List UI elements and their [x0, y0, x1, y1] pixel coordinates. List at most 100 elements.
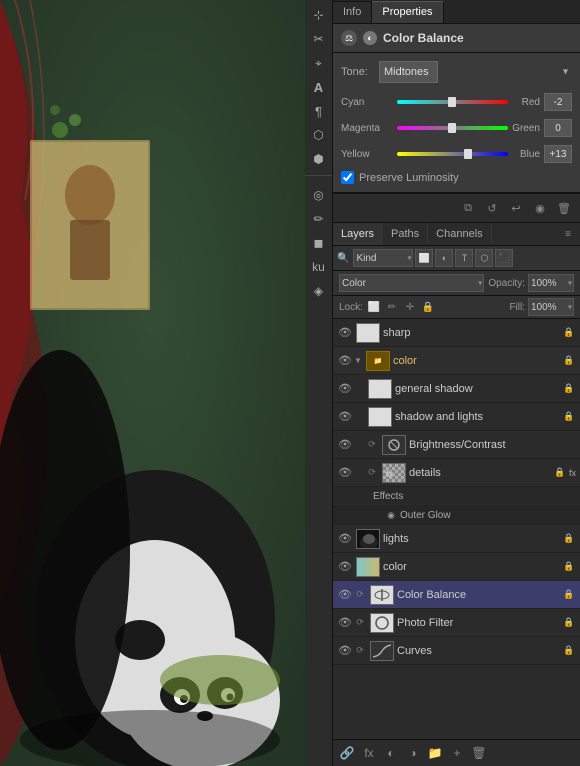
layer-vis-color-group[interactable]: 👁 — [337, 353, 353, 369]
filter-shape-btn[interactable]: ⬡ — [475, 249, 493, 267]
fill-select[interactable]: 100% — [528, 298, 574, 316]
layer-item-sharp[interactable]: 👁 sharp 🔒 — [333, 319, 580, 347]
tool-select[interactable]: ✂ — [308, 28, 330, 50]
lock-label: Lock: — [339, 302, 363, 313]
effects-outer-glow[interactable]: ◉ Outer Glow — [333, 507, 580, 525]
canvas-area — [0, 0, 305, 766]
layers-menu-btn[interactable]: ≡ — [560, 226, 576, 242]
filter-smart-btn[interactable]: ⬛ — [495, 249, 513, 267]
layer-item-photo-filter[interactable]: 👁 ⟳ Photo Filter 🔒 — [333, 609, 580, 637]
new-group-btn[interactable]: 📁 — [425, 743, 445, 763]
cyan-red-value[interactable]: -2 — [544, 93, 572, 111]
layer-item-general-shadow[interactable]: 👁 general shadow 🔒 — [333, 375, 580, 403]
lock-image-btn[interactable]: ✏ — [385, 300, 399, 314]
layer-group-arrow-color[interactable]: ▼ — [353, 356, 363, 366]
add-style-btn[interactable]: fx — [359, 743, 379, 763]
layer-link-curves: ⟳ — [353, 644, 367, 658]
blend-opacity-row: Color Opacity: 100% — [333, 271, 580, 296]
tab-info[interactable]: Info — [333, 1, 372, 23]
layer-name-curves: Curves — [397, 645, 562, 657]
tab-layers[interactable]: Layers — [333, 223, 383, 245]
outer-glow-vis[interactable]: ◉ — [385, 510, 397, 522]
right-panel: Info Properties ⚖ ◐ Color Balance Tone: … — [333, 0, 580, 766]
layer-name-details: details — [409, 467, 553, 479]
layer-fx-icon: fx — [569, 468, 576, 478]
layer-thumb-shadow-lights — [368, 407, 392, 427]
layer-vis-curves[interactable]: 👁 — [337, 643, 353, 659]
tool-stamp[interactable]: ◎ — [308, 184, 330, 206]
magenta-label: Magenta — [341, 123, 393, 134]
layer-vis-brightness[interactable]: 👁 — [337, 437, 353, 453]
tool-type[interactable]: A — [308, 76, 330, 98]
tab-paths[interactable]: Paths — [383, 223, 428, 245]
undo-icon[interactable]: ↩ — [506, 198, 526, 218]
layer-lock-color-gradient: 🔒 — [562, 560, 576, 574]
lock-all-btn[interactable]: 🔒 — [421, 300, 435, 314]
filter-type-btn[interactable]: T — [455, 249, 473, 267]
delete-icon[interactable]: 🗑 — [554, 198, 574, 218]
effects-label: Effects — [373, 491, 403, 502]
tool-text2[interactable]: ku — [308, 256, 330, 278]
layer-link-color-balance: ⟳ — [353, 588, 367, 602]
yellow-blue-slider[interactable] — [397, 148, 508, 160]
blend-mode-select[interactable]: Color — [339, 274, 484, 292]
tab-channels[interactable]: Channels — [428, 223, 491, 245]
add-mask-btn[interactable]: ◐ — [381, 743, 401, 763]
tool-para[interactable]: ¶ — [308, 100, 330, 122]
cyan-red-slider[interactable] — [397, 96, 508, 108]
layer-vis-color-balance[interactable]: 👁 — [337, 587, 353, 603]
opacity-select[interactable]: 100% — [528, 274, 574, 292]
layer-item-color-group[interactable]: 👁 ▼ 📁 color 🔒 — [333, 347, 580, 375]
layer-item-color-balance[interactable]: 👁 ⟳ Color Balance 🔒 — [333, 581, 580, 609]
layer-vis-sharp[interactable]: 👁 — [337, 325, 353, 341]
clipboard-icon[interactable]: ⧉ — [458, 198, 478, 218]
lock-position-btn[interactable]: ✛ — [403, 300, 417, 314]
tool-3d[interactable]: ◈ — [308, 280, 330, 302]
visibility-icon[interactable]: ◉ — [530, 198, 550, 218]
layer-name-general-shadow: general shadow — [395, 383, 562, 395]
layer-item-lights[interactable]: 👁 lights 🔒 — [333, 525, 580, 553]
rotate-icon[interactable]: ↺ — [482, 198, 502, 218]
layer-name-sharp: sharp — [383, 327, 562, 339]
tool-transform[interactable]: ⬡ — [308, 124, 330, 146]
layer-name-brightness: Brightness/Contrast — [409, 439, 576, 451]
layer-name-shadow-lights: shadow and lights — [395, 411, 562, 423]
layer-link-brightness: ⟳ — [365, 438, 379, 452]
link-layers-btn[interactable]: 🔗 — [337, 743, 357, 763]
layer-item-curves[interactable]: 👁 ⟳ Curves 🔒 — [333, 637, 580, 665]
layer-vis-general-shadow[interactable]: 👁 — [337, 381, 353, 397]
layer-vis-shadow-lights[interactable]: 👁 — [337, 409, 353, 425]
layer-vis-details[interactable]: 👁 — [337, 465, 353, 481]
filter-adjustment-btn[interactable]: ◐ — [435, 249, 453, 267]
layer-vis-photo-filter[interactable]: 👁 — [337, 615, 353, 631]
layer-vis-lights[interactable]: 👁 — [337, 531, 353, 547]
yellow-blue-value[interactable]: +13 — [544, 145, 572, 163]
tool-warp[interactable]: ⬢ — [308, 148, 330, 170]
yellow-blue-row: Yellow Blue +13 — [341, 145, 572, 163]
new-layer-btn[interactable]: + — [447, 743, 467, 763]
tone-select[interactable]: Midtones Shadows Highlights — [379, 61, 438, 83]
preserve-luminosity-checkbox[interactable] — [341, 171, 354, 184]
layer-item-details[interactable]: 👁 ⟳ fx details 🔒 fx — [333, 459, 580, 487]
tab-properties[interactable]: Properties — [372, 1, 443, 23]
filter-kind-select[interactable]: Kind — [353, 249, 413, 267]
red-label: Red — [512, 97, 540, 108]
delete-layer-btn[interactable]: 🗑 — [469, 743, 489, 763]
magenta-green-value[interactable]: 0 — [544, 119, 572, 137]
filter-pixel-btn[interactable]: ⬜ — [415, 249, 433, 267]
layer-item-color-gradient[interactable]: 👁 color 🔒 — [333, 553, 580, 581]
tool-move[interactable]: ⊹ — [308, 4, 330, 26]
toolbar: ⊹ ✂ ⌖ A ¶ ⬡ ⬢ ◎ ✏ ◼ ku ◈ — [305, 0, 333, 766]
lock-transparent-btn[interactable]: ⬜ — [367, 300, 381, 314]
cyan-label: Cyan — [341, 97, 393, 108]
tool-brush[interactable]: ✏ — [308, 208, 330, 230]
magenta-green-slider[interactable] — [397, 122, 508, 134]
layer-item-shadow-lights[interactable]: 👁 shadow and lights 🔒 — [333, 403, 580, 431]
new-adjustment-btn[interactable]: ◑ — [403, 743, 423, 763]
tool-lasso[interactable]: ⌖ — [308, 52, 330, 74]
layer-vis-color-gradient[interactable]: 👁 — [337, 559, 353, 575]
layers-section: Layers Paths Channels ≡ 🔍 Kind ⬜ ◐ T ⬡ ⬛ — [333, 223, 580, 766]
layer-item-brightness[interactable]: 👁 ⟳ Brightness/Contrast — [333, 431, 580, 459]
tool-gradient[interactable]: ◼ — [308, 232, 330, 254]
outer-glow-label: Outer Glow — [400, 510, 451, 521]
